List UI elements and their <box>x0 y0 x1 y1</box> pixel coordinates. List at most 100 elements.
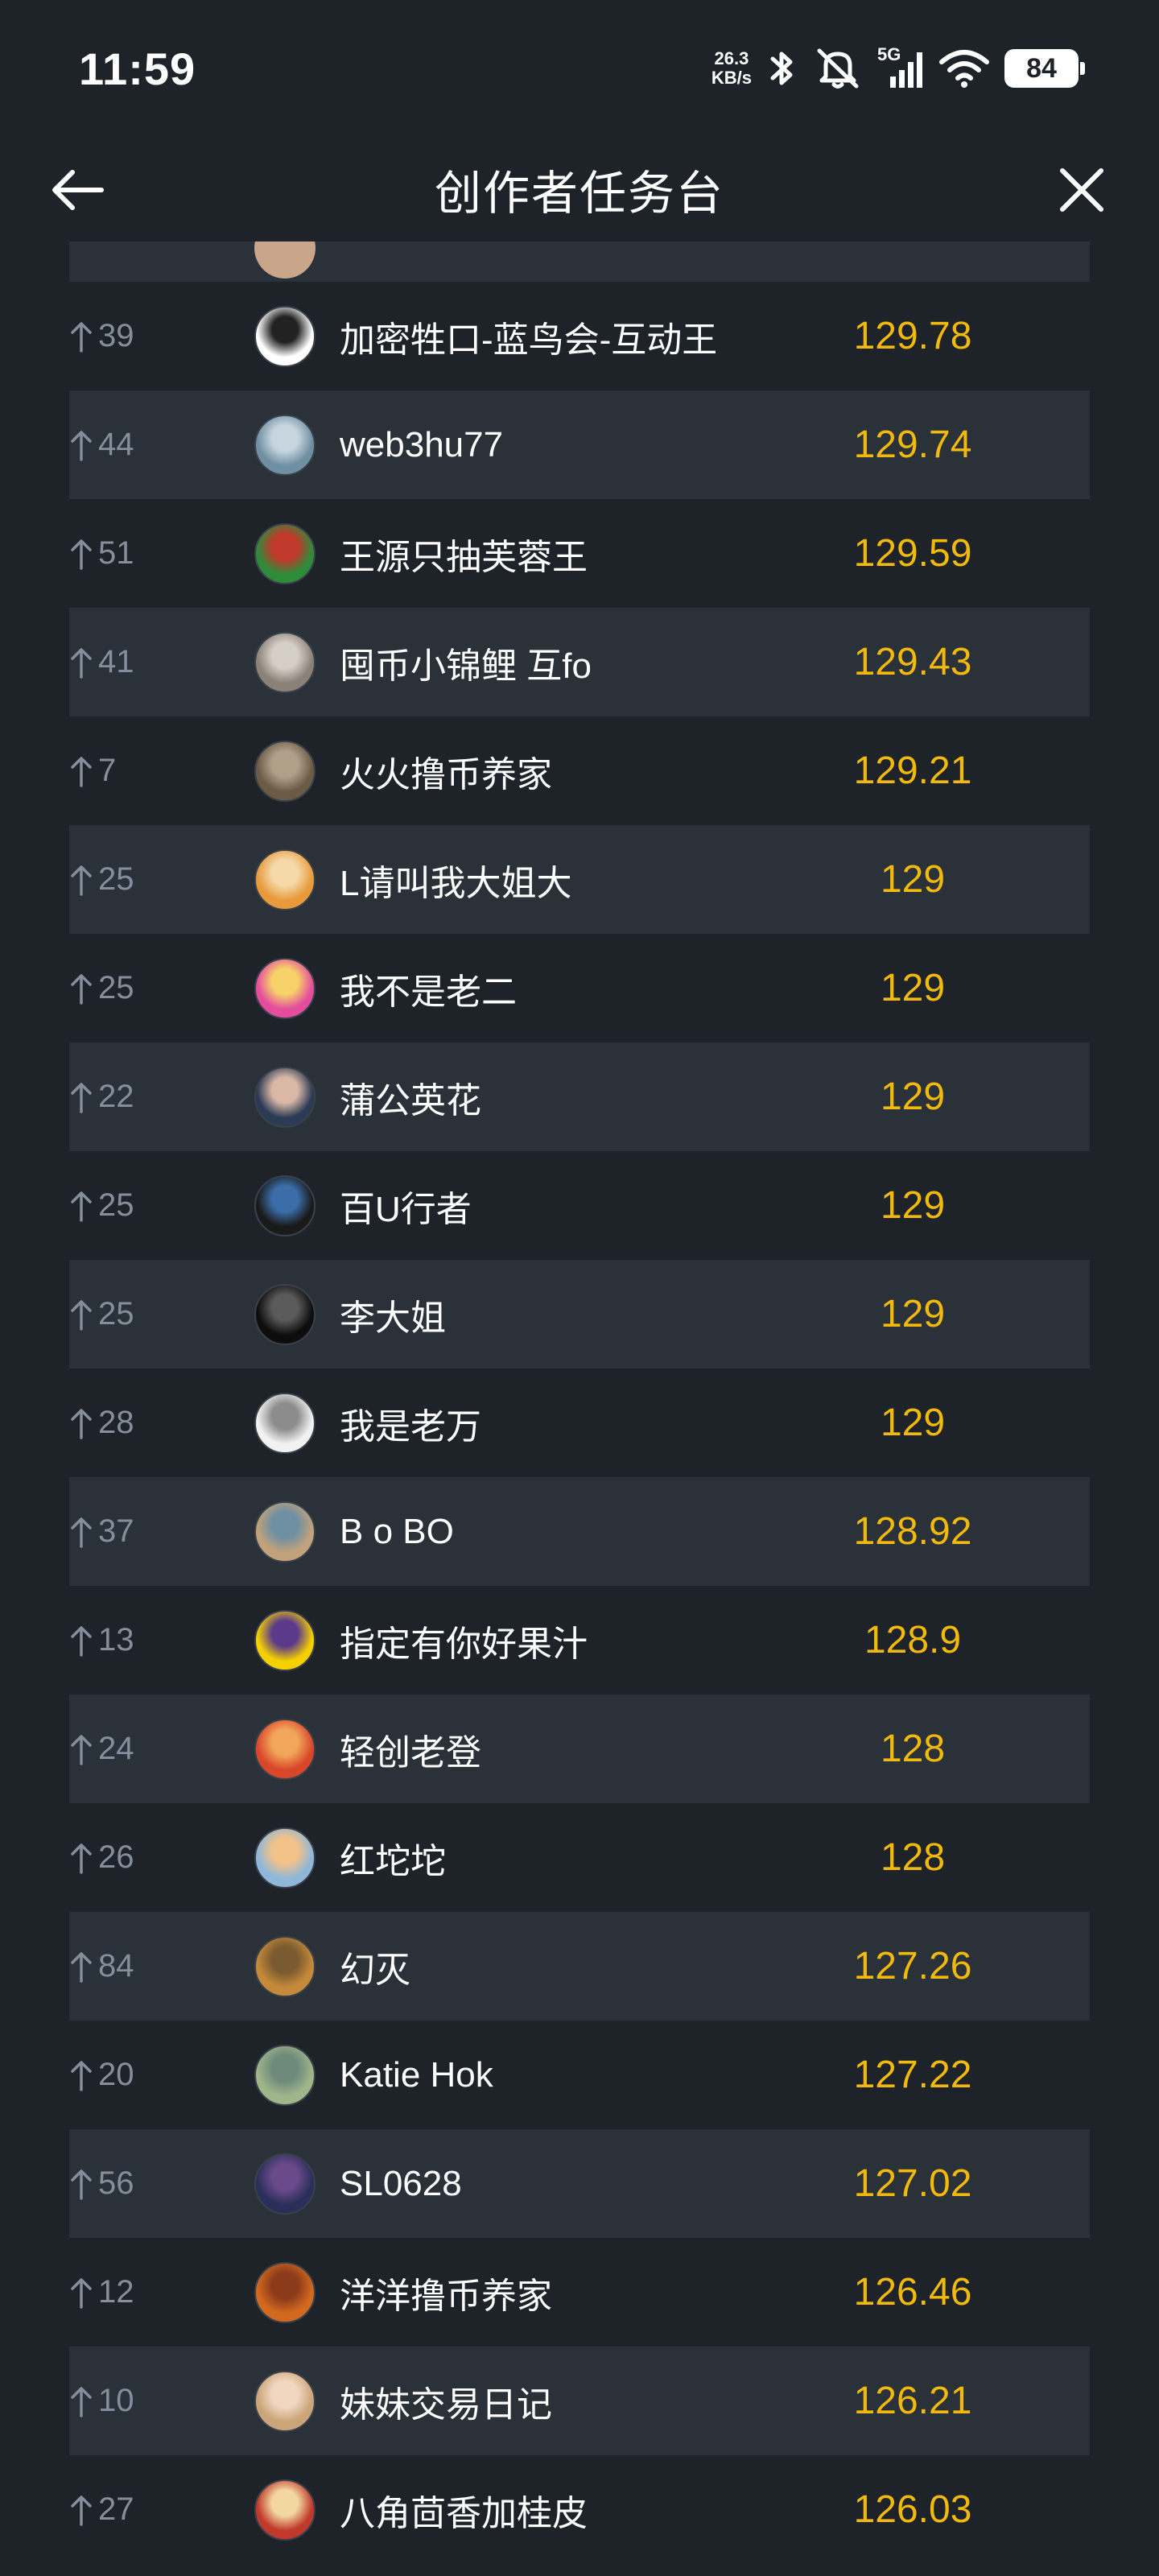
woman-rainbow-avatar[interactable] <box>254 957 316 1019</box>
username[interactable]: 百U行者 <box>340 1180 472 1232</box>
username[interactable]: 我不是老二 <box>340 963 517 1014</box>
network-speed: 26.3 KB/s <box>711 49 752 88</box>
score: 127.02 <box>853 2162 972 2205</box>
username[interactable]: 红坨坨 <box>340 1832 446 1884</box>
up-arrow-icon <box>71 430 92 461</box>
avatar <box>254 242 316 279</box>
back-arrow-icon <box>52 170 104 210</box>
page-header: 创作者任务台 <box>0 137 1159 242</box>
leaderboard-row[interactable]: 28 我是老万 129 <box>69 1368 1090 1477</box>
rank-change: 7 <box>69 753 158 789</box>
rank-change: 56 <box>69 2165 158 2202</box>
rank-change-value: 10 <box>98 2383 134 2418</box>
username[interactable]: web3hu77 <box>340 425 503 465</box>
food-avatar[interactable] <box>254 848 316 910</box>
sunset-avatar[interactable] <box>254 1827 316 1889</box>
leaderboard-list[interactable]: 39 加密牲口-蓝鸟会-互动王 129.78 44 web3hu77 129.74 51 王源… <box>69 242 1090 2576</box>
rooster-avatar[interactable] <box>254 2479 316 2541</box>
leaderboard-row[interactable]: 13 指定有你好果汁 128.9 <box>69 1586 1090 1695</box>
sketch-avatar[interactable] <box>254 1392 316 1454</box>
galaxy-avatar[interactable] <box>254 2153 316 2215</box>
leaderboard-row[interactable]: 26 红坨坨 128 <box>69 1803 1090 1912</box>
username[interactable]: L请叫我大姐大 <box>340 854 571 906</box>
rank-change-value: 20 <box>98 2057 134 2092</box>
up-arrow-icon <box>71 865 92 896</box>
score: 128.92 <box>853 1510 972 1553</box>
leaderboard-row[interactable]: 41 囤币小锦鲤 互fo 129.43 <box>69 608 1090 716</box>
leaderboard-row[interactable]: 10 妹妹交易日记 126.21 <box>69 2347 1090 2455</box>
rank-change: 20 <box>69 2057 158 2093</box>
username[interactable]: 加密牲口-蓝鸟会-互动王 <box>340 311 717 362</box>
leaderboard-row[interactable]: 12 洋洋撸币养家 126.46 <box>69 2238 1090 2347</box>
woman-portrait-avatar[interactable] <box>254 1066 316 1128</box>
username[interactable]: 洋洋撸币养家 <box>340 2267 552 2318</box>
rank-change-value: 7 <box>98 753 117 788</box>
username[interactable]: 指定有你好果汁 <box>340 1615 588 1666</box>
username[interactable]: 妹妹交易日记 <box>340 2376 552 2427</box>
username[interactable]: 八角茴香加桂皮 <box>340 2484 588 2536</box>
rank-change-value: 24 <box>98 1731 134 1766</box>
username[interactable]: 王源只抽芙蓉王 <box>340 528 588 580</box>
close-button[interactable] <box>1053 161 1111 219</box>
up-arrow-icon <box>71 1734 92 1765</box>
rank-change: 25 <box>69 1187 158 1224</box>
panda-avatar[interactable] <box>254 305 316 367</box>
rank-change: 12 <box>69 2274 158 2310</box>
crayfish-avatar[interactable] <box>254 1718 316 1780</box>
leaderboard-row[interactable]: 84 幻灭 127.26 <box>69 1912 1090 2021</box>
username[interactable]: 囤币小锦鲤 互fo <box>340 637 592 688</box>
rank-change: 10 <box>69 2383 158 2419</box>
autumn-avatar[interactable] <box>254 2261 316 2323</box>
leaderboard-row[interactable]: 25 李大姐 129 <box>69 1260 1090 1368</box>
leaderboard-row[interactable]: 7 火火撸币养家 129.21 <box>69 716 1090 825</box>
man-dark-avatar[interactable] <box>254 1174 316 1236</box>
status-icons: 26.3 KB/s 5G 84 <box>711 46 1085 91</box>
leaderboard-row[interactable]: 25 百U行者 129 <box>69 1151 1090 1260</box>
cat-avatar[interactable] <box>254 631 316 693</box>
leaderboard-row[interactable]: 37 B o BO 128.92 <box>69 1477 1090 1586</box>
leaderboard-row[interactable]: 22 蒲公英花 129 <box>69 1042 1090 1151</box>
zoro-avatar[interactable] <box>254 522 316 584</box>
leaderboard-row[interactable]: 44 web3hu77 129.74 <box>69 390 1090 499</box>
up-arrow-icon <box>71 2060 92 2091</box>
rank-change: 24 <box>69 1731 158 1767</box>
rank-change-value: 44 <box>98 427 134 462</box>
score: 126.21 <box>853 2380 972 2422</box>
rank-change-value: 13 <box>98 1622 134 1657</box>
smiley-avatar[interactable] <box>254 1609 316 1671</box>
up-arrow-icon <box>71 2495 92 2526</box>
leaderboard-row[interactable]: 25 我不是老二 129 <box>69 934 1090 1042</box>
leaderboard-row[interactable]: 24 轻创老登 128 <box>69 1695 1090 1803</box>
score: 128 <box>880 1728 946 1770</box>
leaderboard-row[interactable]: 27 八角茴香加桂皮 126.03 <box>69 2455 1090 2564</box>
leaderboard-row[interactable]: 51 王源只抽芙蓉王 129.59 <box>69 499 1090 608</box>
kitten-avatar[interactable] <box>254 1501 316 1563</box>
username[interactable]: 轻创老登 <box>340 1724 481 1775</box>
up-arrow-icon <box>71 1951 92 1983</box>
username[interactable]: 火火撸币养家 <box>340 745 552 797</box>
room-avatar[interactable] <box>254 740 316 802</box>
landscape-avatar[interactable] <box>254 414 316 476</box>
score: 129 <box>880 1184 946 1227</box>
rank-change: 25 <box>69 1296 158 1332</box>
username[interactable]: SL0628 <box>340 2164 462 2204</box>
leaderboard-row[interactable]: 25 L请叫我大姐大 129 <box>69 825 1090 934</box>
bread-avatar[interactable] <box>254 1935 316 1997</box>
rank-change-value: 84 <box>98 1948 134 1984</box>
username[interactable]: 蒲公英花 <box>340 1071 481 1123</box>
username[interactable]: 李大姐 <box>340 1289 446 1340</box>
username[interactable]: Katie Hok <box>340 2055 493 2095</box>
up-arrow-icon <box>71 973 92 1005</box>
username[interactable]: 我是老万 <box>340 1397 481 1449</box>
girl-avatar[interactable] <box>254 2370 316 2432</box>
rank-change-value: 37 <box>98 1513 134 1549</box>
back-button[interactable] <box>48 164 106 216</box>
leaderboard-row[interactable]: 39 加密牲口-蓝鸟会-互动王 129.78 <box>69 282 1090 390</box>
leaderboard-row[interactable]: 20 Katie Hok 127.22 <box>69 2021 1090 2129</box>
silhouette-avatar[interactable] <box>254 1283 316 1345</box>
username[interactable]: 幻灭 <box>340 1941 410 1992</box>
username[interactable]: B o BO <box>340 1512 454 1552</box>
frog-avatar[interactable] <box>254 2044 316 2106</box>
rank-change: 22 <box>69 1079 158 1115</box>
leaderboard-row[interactable]: 56 SL0628 127.02 <box>69 2129 1090 2238</box>
